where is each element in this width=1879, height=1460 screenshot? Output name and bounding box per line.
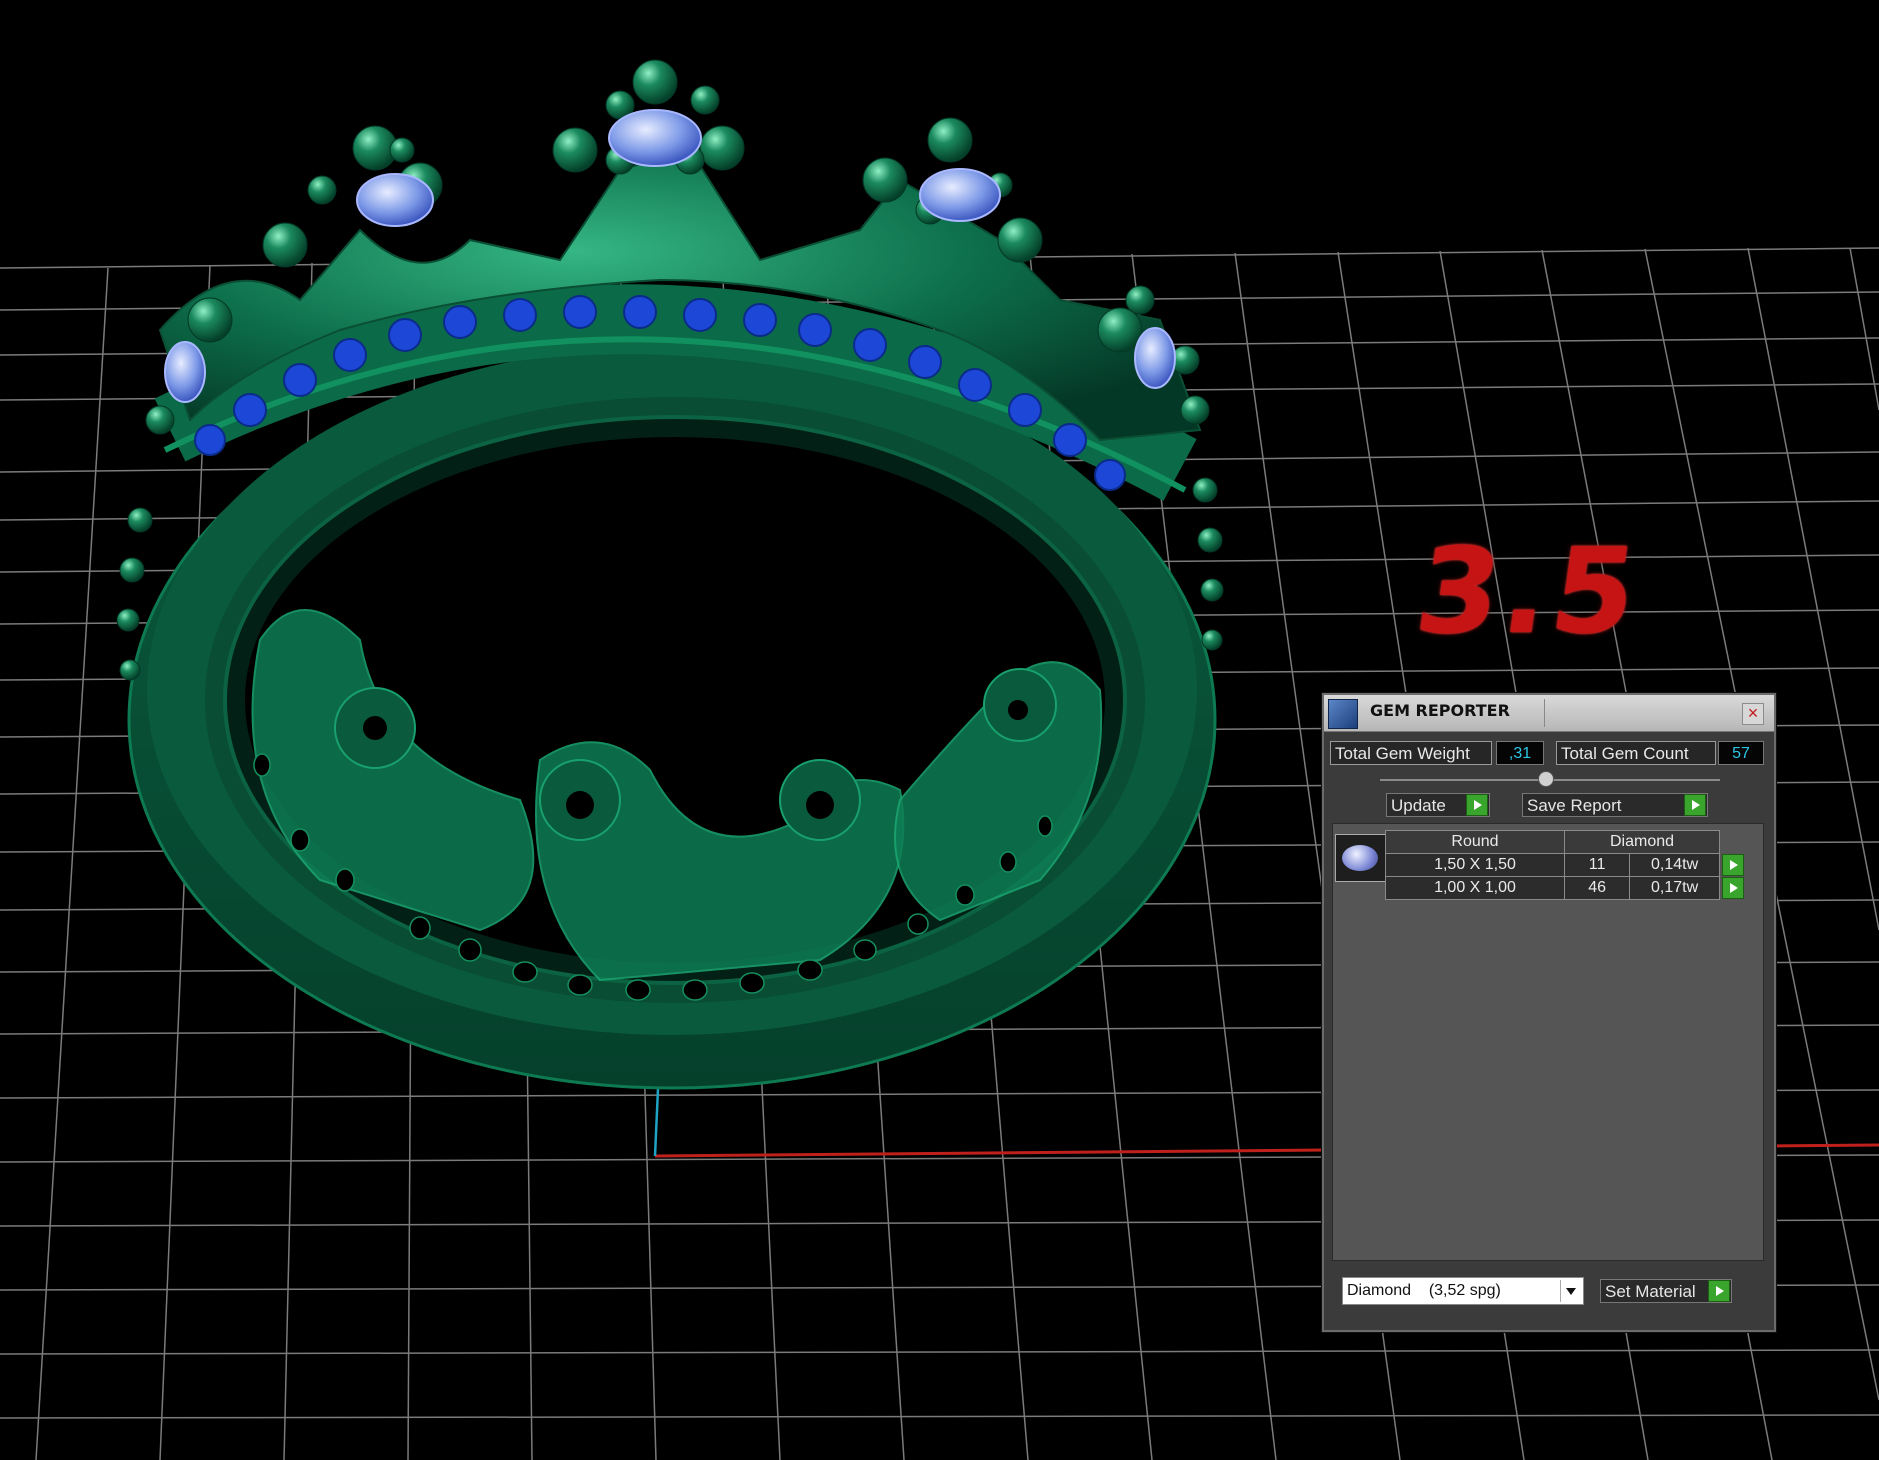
save-report-button[interactable]: Save Report (1522, 793, 1708, 817)
gem-reporter-panel[interactable]: GEM REPORTER × Total Gem Weight ,31 Tota… (1322, 693, 1776, 1332)
column-header-material: Diamond (1564, 830, 1720, 854)
chevron-down-icon[interactable] (1560, 1280, 1581, 1302)
total-gem-weight-value: ,31 (1496, 741, 1544, 765)
table-row[interactable]: 1,50 X 1,50 11 0,14tw (1385, 853, 1747, 877)
gem-weight: 0,17tw (1629, 876, 1720, 900)
app-icon (1328, 699, 1358, 729)
panel-slider-thumb[interactable] (1538, 771, 1554, 787)
crown-ring-model (116, 59, 1224, 1090)
arrow-right-icon[interactable] (1722, 853, 1744, 876)
material-select[interactable]: Diamond (3,52 spg) (1342, 1277, 1584, 1305)
titlebar-divider (1544, 699, 1545, 727)
close-icon[interactable]: × (1742, 703, 1764, 725)
column-header-shape: Round (1385, 830, 1565, 854)
gem-reporter-titlebar[interactable]: GEM REPORTER × (1324, 695, 1774, 732)
panel-title: GEM REPORTER (1370, 701, 1510, 720)
gem-list[interactable]: Round Diamond 1,50 X 1,50 11 0,14tw 1,00… (1332, 823, 1764, 1261)
arrow-right-icon[interactable] (1708, 1280, 1730, 1302)
gem-icon (1335, 834, 1387, 882)
gem-count: 46 (1563, 876, 1631, 900)
gem-count: 11 (1563, 853, 1631, 877)
material-select-value: Diamond (3,52 spg) (1347, 1282, 1501, 1299)
arrow-right-icon[interactable] (1466, 794, 1488, 816)
table-row[interactable]: 1,00 X 1,00 46 0,17tw (1385, 876, 1747, 900)
total-gem-count-value: 57 (1718, 741, 1764, 765)
gem-size: 1,00 X 1,00 (1385, 876, 1565, 900)
version-overlay-label: 3.5 (1408, 522, 1649, 660)
total-gem-weight-label: Total Gem Weight (1330, 741, 1492, 765)
gem-size: 1,50 X 1,50 (1385, 853, 1565, 877)
gem-table: Round Diamond 1,50 X 1,50 11 0,14tw 1,00… (1385, 830, 1747, 900)
arrow-right-icon[interactable] (1722, 876, 1744, 899)
gem-weight: 0,14tw (1629, 853, 1720, 877)
total-gem-count-label: Total Gem Count (1556, 741, 1716, 765)
arrow-right-icon[interactable] (1684, 794, 1706, 816)
